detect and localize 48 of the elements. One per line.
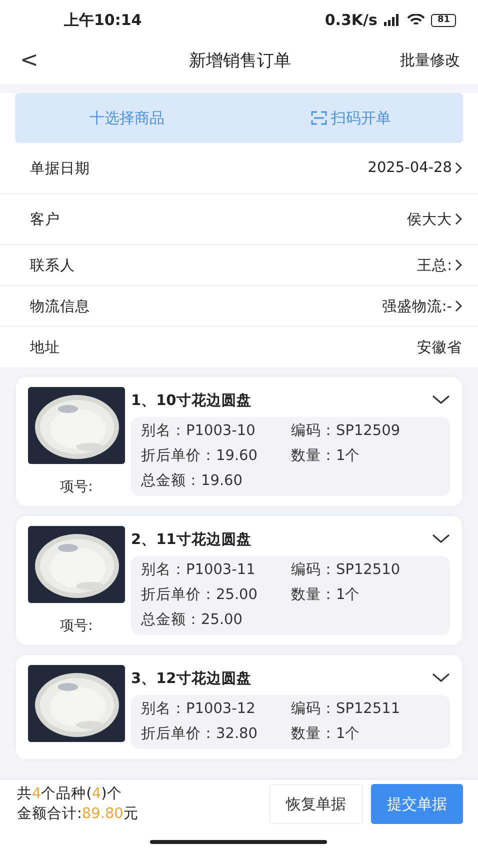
code-text: 编码：SP12510 [291,561,402,579]
field-label: 联系人 [30,256,75,274]
status-time: 上午10:14 [64,10,142,30]
code-text: 编码：SP12511 [291,700,402,718]
field-label: 地址 [30,338,60,356]
price-text: 折后单价：19.60 [141,447,259,465]
product-title: 2、11寸花边圆盘 [131,530,252,548]
wifi-icon [407,14,426,26]
field-value: 安徽省 [417,338,462,356]
quantity-text: 数量：1个 [291,725,362,743]
chevron-right-icon[interactable] [455,213,462,225]
amount-total-text: 金额合计:89.80元 [17,804,140,824]
quantity-text: 数量：1个 [291,447,362,465]
product-title: 1、10寸花边圆盘 [131,392,252,410]
network-speed: 0.3K/s [324,11,378,29]
price-text: 折后单价：25.00 [141,586,259,604]
item-number-label: 项号: [60,617,93,635]
signal-icon [383,14,402,26]
total-text: 总金额：19.60 [141,472,244,490]
chevron-down-icon[interactable] [432,534,450,544]
field-label: 客户 [30,210,60,228]
page-title: 新增销售订单 [189,50,291,72]
quantity-text: 数量：1个 [291,586,362,604]
alias-text: 别名：P1003-10 [141,422,256,440]
total-text: 总金额：25.00 [141,610,244,629]
field-value[interactable]: 2025-04-28 [368,160,452,176]
field-label: 单据日期 [30,160,90,178]
field-label: 物流信息 [30,298,90,316]
price-text: 折后单价：32.80 [141,725,259,743]
code-text: 编码：SP12509 [291,422,402,440]
alias-text: 别名：P1003-12 [141,700,256,718]
back-button[interactable]: < [20,48,90,72]
chevron-down-icon[interactable] [432,673,450,683]
field-value[interactable]: 强盛物流:- [382,296,452,316]
scan-icon [311,111,327,125]
chevron-right-icon[interactable] [455,162,462,174]
item-count-text: 共4个品种(4)个 [17,785,123,804]
battery-level: 81 [431,14,456,26]
chevron-right-icon[interactable] [455,300,462,312]
product-title: 3、12寸花边圆盘 [131,670,252,688]
batch-edit-link[interactable]: 批量修改 [390,50,460,70]
alias-text: 别名：P1003-11 [141,561,256,579]
item-number-label: 项号: [60,478,93,496]
chevron-down-icon[interactable] [432,395,450,405]
chevron-right-icon[interactable] [455,259,462,271]
restore-button[interactable]: 恢复单据 [269,784,363,824]
field-value[interactable]: 侯大大 [407,210,452,228]
field-value[interactable]: 王总: [417,256,452,274]
